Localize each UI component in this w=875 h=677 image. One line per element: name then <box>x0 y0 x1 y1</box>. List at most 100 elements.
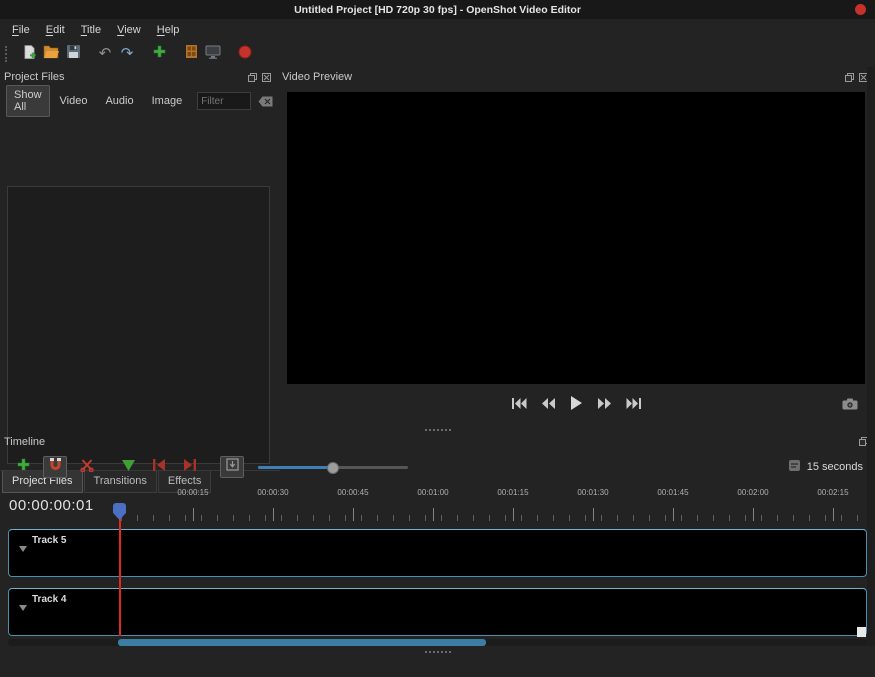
transport-controls <box>278 392 875 418</box>
center-playhead-button[interactable] <box>220 456 244 478</box>
filter-video-button[interactable]: Video <box>52 91 96 111</box>
redo-button[interactable]: ↷ <box>116 43 138 65</box>
fast-forward-button[interactable] <box>597 396 612 414</box>
rewind-icon <box>541 396 556 414</box>
ruler-tick-minor <box>601 515 602 521</box>
ruler-tick-minor <box>425 515 426 521</box>
rewind-button[interactable] <box>541 396 556 414</box>
new-project-button[interactable] <box>18 43 40 65</box>
camera-icon[interactable] <box>842 397 858 415</box>
ruler-tick-minor <box>793 515 794 521</box>
ruler-tick-minor <box>441 515 442 521</box>
timeline-scrollbar-thumb[interactable] <box>118 639 486 646</box>
playhead-line <box>119 506 121 636</box>
add-track-button[interactable] <box>12 456 34 478</box>
ruler-tick-minor <box>169 515 170 521</box>
project-files-header: Project Files <box>0 67 278 87</box>
undo-icon: ↶ <box>99 45 112 63</box>
ruler-mark-label: 00:02:15 <box>817 488 848 497</box>
previous-marker-button[interactable] <box>148 456 170 478</box>
timeline-ruler[interactable]: 00:00:00:01 00:00:1500:00:3000:00:4500:0… <box>0 484 875 524</box>
next-marker-button[interactable] <box>179 456 201 478</box>
ruler-tick-minor <box>505 515 506 521</box>
toolbar-grip[interactable] <box>5 46 12 62</box>
play-icon <box>570 396 583 415</box>
filter-image-button[interactable]: Image <box>144 91 191 111</box>
ruler-tick-minor <box>521 515 522 521</box>
menu-view[interactable]: View <box>109 21 149 39</box>
float-icon[interactable] <box>845 73 854 82</box>
choose-profile-button[interactable] <box>180 43 202 65</box>
video-preview-panel: Video Preview <box>278 67 875 427</box>
export-video-button[interactable] <box>234 43 256 65</box>
open-project-button[interactable] <box>40 43 62 65</box>
ruler-tick-minor <box>569 515 570 521</box>
timeline-tracks: Track 5 Track 4 <box>0 524 875 638</box>
ruler-mark-label: 00:01:45 <box>657 488 688 497</box>
next-marker-icon <box>183 458 197 476</box>
jump-end-icon <box>626 396 642 414</box>
ruler-tick-minor <box>201 515 202 521</box>
ruler-tick-minor <box>537 515 538 521</box>
ruler-tick-minor <box>185 515 186 521</box>
ruler-tick-minor <box>633 515 634 521</box>
zoom-level-widget[interactable]: 15 seconds <box>788 459 863 475</box>
zoom-slider[interactable] <box>258 458 408 476</box>
add-marker-button[interactable] <box>117 456 139 478</box>
video-preview-title: Video Preview <box>282 71 352 83</box>
jump-start-icon <box>511 396 527 414</box>
ruler-tick-major <box>353 508 354 521</box>
close-icon[interactable] <box>262 73 271 82</box>
clear-filter-icon[interactable] <box>258 96 273 107</box>
ruler-tick-major <box>673 508 674 521</box>
save-project-button[interactable] <box>62 43 84 65</box>
center-playhead-icon <box>226 458 239 476</box>
timeline-header: Timeline <box>0 433 875 450</box>
undo-button[interactable]: ↶ <box>94 43 116 65</box>
menu-title[interactable]: Title <box>73 21 109 39</box>
ruler-tick-minor <box>681 515 682 521</box>
fullscreen-icon <box>205 45 221 64</box>
project-files-panel: Project Files Show AllVideoAudioImage Pr… <box>0 67 278 427</box>
ruler-tick-major <box>273 508 274 521</box>
chevron-down-icon[interactable] <box>19 598 27 616</box>
window-close-button[interactable] <box>855 4 866 15</box>
ruler-mark-label: 00:01:00 <box>417 488 448 497</box>
chevron-down-icon[interactable] <box>19 539 27 557</box>
timeline-scrollbar[interactable] <box>8 639 867 646</box>
jump-end-button[interactable] <box>626 396 642 414</box>
import-files-button[interactable] <box>148 43 170 65</box>
ruler-tick-major <box>513 508 514 521</box>
add-marker-icon <box>122 458 135 476</box>
ruler-tick-minor <box>297 515 298 521</box>
filter-input[interactable] <box>197 92 251 110</box>
project-files-list[interactable] <box>7 186 270 464</box>
track-row[interactable]: Track 4 <box>8 588 867 636</box>
toolbar-separator <box>224 54 234 55</box>
toolbar-separator <box>138 54 148 55</box>
ruler-tick-minor <box>409 515 410 521</box>
track-row[interactable]: Track 5 <box>8 529 867 577</box>
fullscreen-button[interactable] <box>202 43 224 65</box>
ruler-tick-major <box>833 508 834 521</box>
menu-edit[interactable]: Edit <box>38 21 73 39</box>
ruler-tick-minor <box>489 515 490 521</box>
scroll-grip[interactable] <box>857 627 866 637</box>
horizontal-splitter[interactable] <box>0 649 875 655</box>
track-name: Track 4 <box>32 594 66 605</box>
menu-file[interactable]: File <box>4 21 38 39</box>
ruler-mark-label: 00:00:30 <box>257 488 288 497</box>
menu-help[interactable]: Help <box>149 21 188 39</box>
zoom-slider-handle[interactable] <box>327 462 339 474</box>
float-icon[interactable] <box>248 73 257 82</box>
ruler-tick-minor <box>281 515 282 521</box>
razor-button[interactable] <box>76 456 98 478</box>
play-button[interactable] <box>570 396 583 415</box>
filter-show-all-button[interactable]: Show All <box>6 85 50 117</box>
ruler-tick-major <box>753 508 754 521</box>
jump-start-button[interactable] <box>511 396 527 414</box>
ruler-tick-minor <box>649 515 650 521</box>
snapping-button[interactable] <box>43 456 67 478</box>
filter-audio-button[interactable]: Audio <box>97 91 141 111</box>
upper-panels: Project Files Show AllVideoAudioImage Pr… <box>0 67 875 427</box>
